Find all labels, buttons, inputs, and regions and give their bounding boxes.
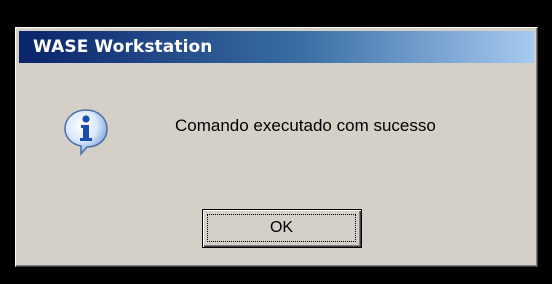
message-dialog: WASE Workstation Comando executado com s… [15, 27, 538, 267]
dialog-message: Comando executado com sucesso [175, 116, 436, 135]
information-icon [63, 108, 109, 157]
window-title: WASE Workstation [33, 37, 213, 57]
ok-button-label: OK [269, 219, 294, 236]
screen-background: WASE Workstation Comando executado com s… [0, 0, 552, 284]
ok-button[interactable]: OK [202, 209, 362, 248]
title-bar[interactable]: WASE Workstation [19, 31, 534, 63]
focus-rectangle: OK [207, 214, 356, 242]
